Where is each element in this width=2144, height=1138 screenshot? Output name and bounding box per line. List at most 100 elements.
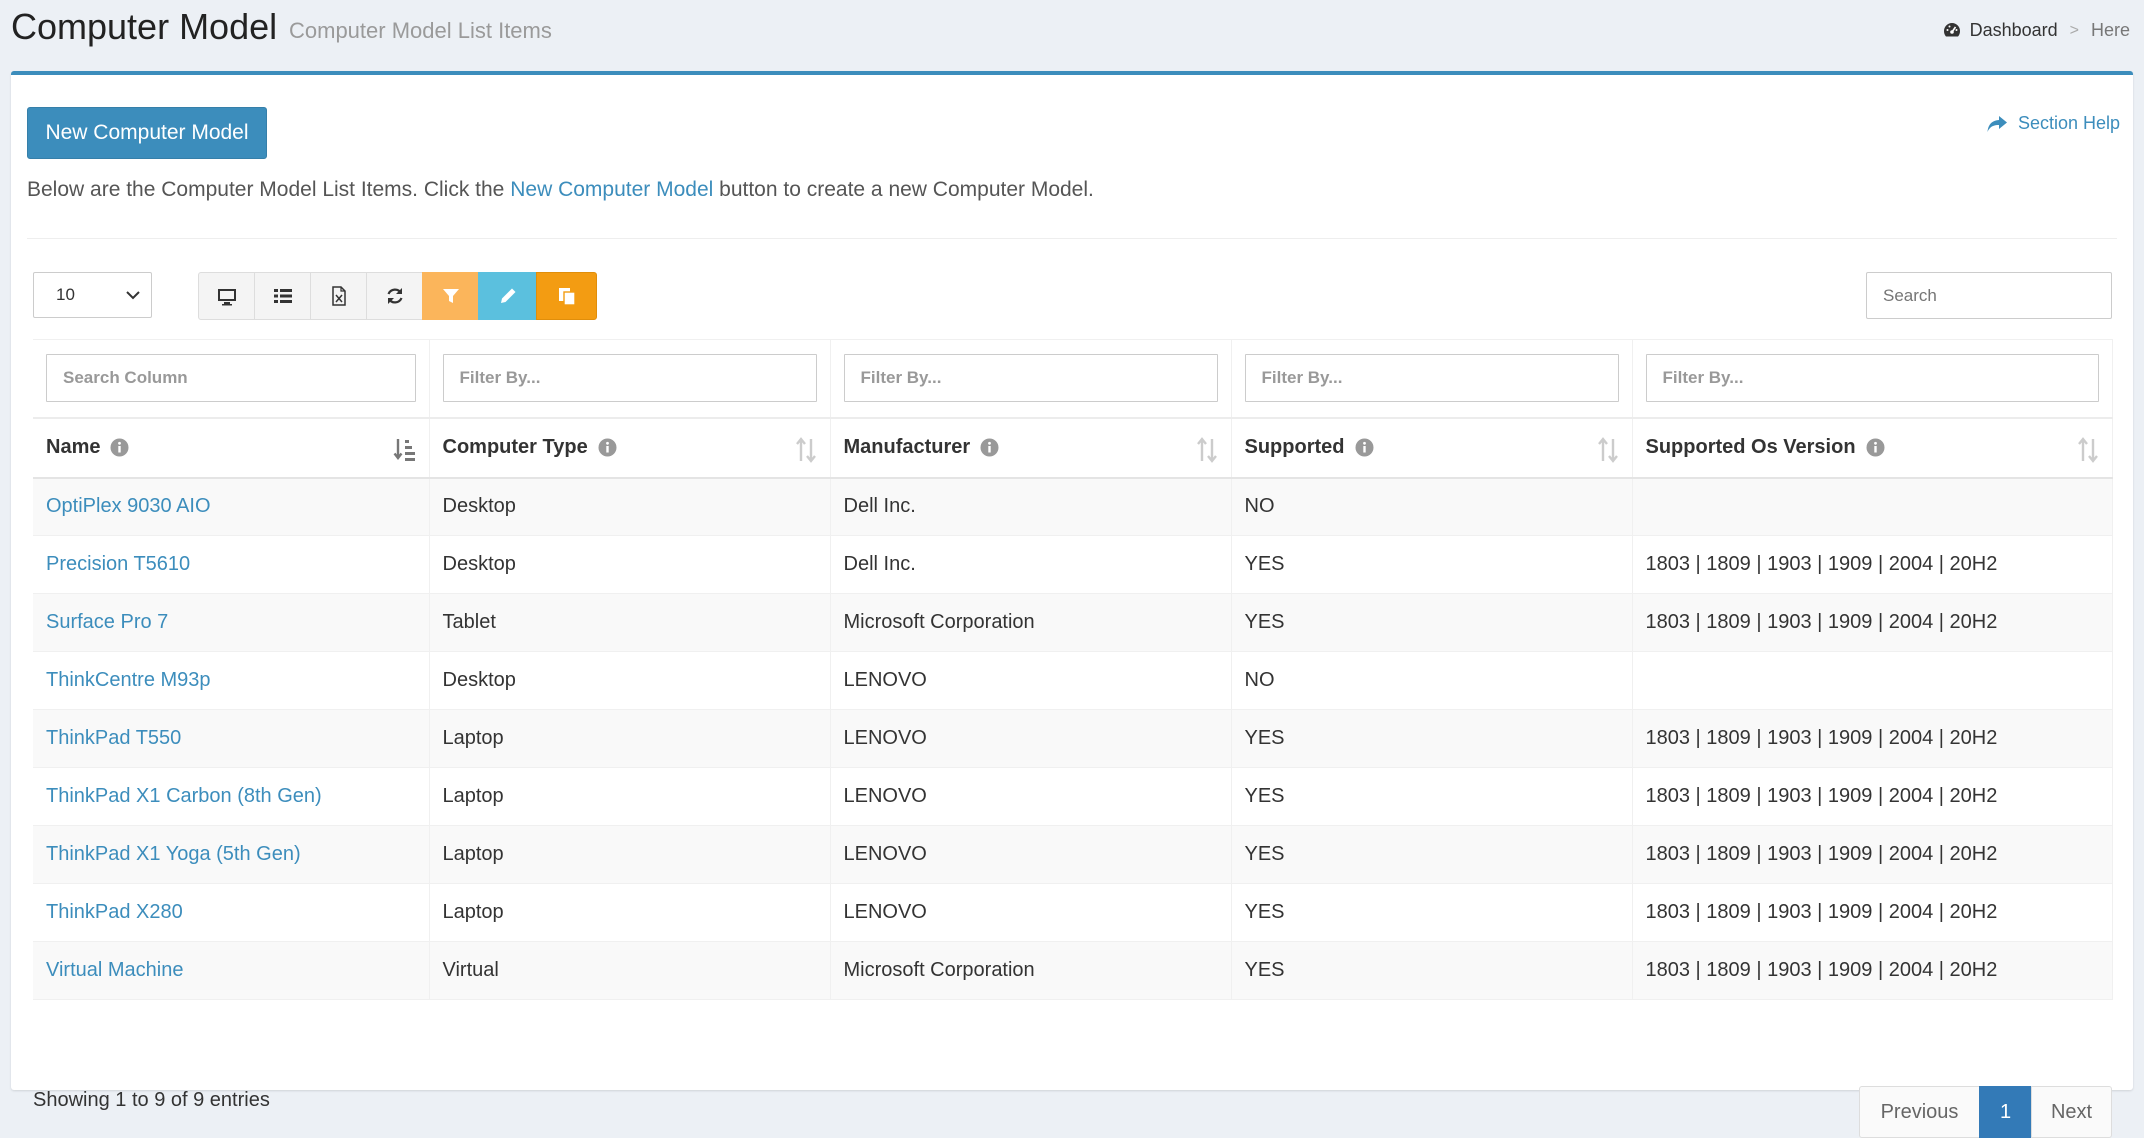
sort-icon	[2077, 436, 2098, 463]
page-1-button[interactable]: 1	[1979, 1086, 2032, 1138]
cell-os-version	[1632, 651, 2113, 710]
cell-manufacturer: Dell Inc.	[830, 535, 1232, 594]
edit-button[interactable]	[478, 272, 537, 320]
model-link[interactable]: ThinkPad T550	[46, 727, 181, 749]
section-help-label: Section Help	[2017, 113, 2120, 133]
intro-before: Below are the Computer Model List Items.…	[27, 178, 505, 201]
model-link[interactable]: ThinkCentre M93p	[46, 669, 211, 691]
content-header: Computer Model Computer Model List Items…	[0, 0, 2144, 68]
refresh-icon	[386, 288, 403, 304]
cell-manufacturer: LENOVO	[830, 825, 1232, 884]
column-label: Computer Type	[442, 436, 588, 458]
next-page-button[interactable]: Next	[2031, 1086, 2112, 1138]
filter-row	[33, 339, 2113, 418]
cell-manufacturer: Microsoft Corporation	[830, 941, 1232, 1000]
cell-os-version: 1803 | 1809 | 1903 | 1909 | 2004 | 20H2	[1632, 709, 2113, 768]
model-link[interactable]: OptiPlex 9030 AIO	[46, 495, 211, 517]
cell-supported: YES	[1231, 535, 1633, 594]
model-link[interactable]: ThinkPad X280	[46, 901, 183, 923]
column-visibility-button[interactable]	[198, 272, 255, 320]
cell-supported: YES	[1231, 825, 1633, 884]
new-computer-model-button[interactable]: New Computer Model	[27, 107, 267, 159]
cell-type: Laptop	[429, 883, 831, 942]
filter-button[interactable]	[422, 272, 479, 320]
model-link[interactable]: Virtual Machine	[46, 959, 183, 981]
sort-icon	[795, 436, 816, 463]
sort-icon	[1196, 436, 1217, 463]
filter-os-version-input[interactable]	[1645, 354, 2099, 403]
page-subtitle: Computer Model List Items	[289, 18, 552, 43]
filter-computer-type-input[interactable]	[442, 354, 817, 403]
list-icon	[273, 289, 292, 303]
sort-ascending-icon	[393, 438, 415, 461]
column-header-supported[interactable]: Supported	[1231, 416, 1633, 479]
dashboard-icon	[1943, 22, 1960, 36]
cell-name: Precision T5610	[33, 535, 430, 594]
breadcrumb-dashboard[interactable]: Dashboard	[1970, 20, 2058, 41]
info-icon	[1866, 438, 1885, 457]
column-header-manufacturer[interactable]: Manufacturer	[830, 416, 1232, 479]
cell-supported: YES	[1231, 709, 1633, 768]
table-row: ThinkPad X1 Carbon (8th Gen) Laptop LENO…	[33, 767, 2113, 826]
search-column-input[interactable]	[46, 354, 416, 403]
refresh-button[interactable]	[366, 272, 423, 320]
excel-icon	[331, 286, 346, 306]
cell-os-version: 1803 | 1809 | 1903 | 1909 | 2004 | 20H2	[1632, 883, 2113, 942]
previous-page-button[interactable]: Previous	[1859, 1086, 1980, 1138]
cell-type: Laptop	[429, 825, 831, 884]
filter-manufacturer-input[interactable]	[843, 354, 1218, 403]
info-icon	[110, 438, 129, 457]
list-view-button[interactable]	[254, 272, 311, 320]
cell-os-version: 1803 | 1809 | 1903 | 1909 | 2004 | 20H2	[1632, 825, 2113, 884]
cell-type: Laptop	[429, 767, 831, 826]
intro-after: button to create a new Computer Model.	[719, 178, 1094, 201]
search-input[interactable]	[1866, 272, 2112, 319]
cell-type: Virtual	[429, 941, 831, 1000]
cell-name: Virtual Machine	[33, 941, 430, 1000]
copy-button[interactable]	[536, 272, 597, 320]
cell-os-version: 1803 | 1809 | 1903 | 1909 | 2004 | 20H2	[1632, 767, 2113, 826]
sort-icon	[1597, 436, 1618, 463]
model-link[interactable]: ThinkPad X1 Yoga (5th Gen)	[46, 843, 301, 865]
page-length-select[interactable]: 10	[33, 272, 152, 318]
cell-os-version: 1803 | 1809 | 1903 | 1909 | 2004 | 20H2	[1632, 535, 2113, 594]
filter-supported-input[interactable]	[1244, 354, 1619, 403]
table-row: ThinkPad T550 Laptop LENOVO YES 1803 | 1…	[33, 709, 2113, 768]
page-title: Computer Model	[11, 6, 278, 47]
table-row: Virtual Machine Virtual Microsoft Corpor…	[33, 941, 2113, 1000]
section-help-link[interactable]: Section Help	[1986, 113, 2120, 134]
column-label: Name	[46, 436, 101, 458]
cell-name: ThinkPad X1 Carbon (8th Gen)	[33, 767, 430, 826]
intro-new-model-link[interactable]: New Computer Model	[510, 178, 713, 201]
table-body: OptiPlex 9030 AIO Desktop Dell Inc. NO P…	[33, 477, 2113, 1000]
cell-supported: YES	[1231, 883, 1633, 942]
table-info: Showing 1 to 9 of 9 entries	[33, 1089, 270, 1111]
column-header-os-version[interactable]: Supported Os Version	[1632, 416, 2113, 479]
table-row: ThinkPad X1 Yoga (5th Gen) Laptop LENOVO…	[33, 825, 2113, 884]
intro-text: Below are the Computer Model List Items.…	[27, 178, 1094, 202]
cell-type: Desktop	[429, 651, 831, 710]
cell-manufacturer: Dell Inc.	[830, 477, 1232, 536]
info-icon	[980, 438, 999, 457]
cell-supported: NO	[1231, 477, 1633, 536]
data-table-container: Name Computer Type Manufacturer Supporte…	[33, 339, 2113, 1000]
column-header-computer-type[interactable]: Computer Type	[429, 416, 831, 479]
breadcrumb-separator: >	[2069, 21, 2079, 39]
model-link[interactable]: Surface Pro 7	[46, 611, 168, 633]
cell-name: ThinkPad T550	[33, 709, 430, 768]
table-row: Surface Pro 7 Tablet Microsoft Corporati…	[33, 593, 2113, 652]
model-link[interactable]: Precision T5610	[46, 553, 190, 575]
export-excel-button[interactable]	[310, 272, 367, 320]
content-box: New Computer Model Section Help Below ar…	[11, 71, 2133, 1138]
cell-os-version: 1803 | 1809 | 1903 | 1909 | 2004 | 20H2	[1632, 593, 2113, 652]
model-link[interactable]: ThinkPad X1 Carbon (8th Gen)	[46, 785, 322, 807]
pagination: Previous 1 Next	[1859, 1086, 2112, 1138]
filter-cell-os	[1632, 339, 2113, 418]
cell-name: ThinkPad X280	[33, 883, 430, 942]
cell-manufacturer: LENOVO	[830, 883, 1232, 942]
cell-supported: YES	[1231, 767, 1633, 826]
column-header-name[interactable]: Name	[33, 416, 430, 479]
cell-manufacturer: LENOVO	[830, 709, 1232, 768]
info-icon	[1355, 438, 1373, 457]
table-row: Precision T5610 Desktop Dell Inc. YES 18…	[33, 535, 2113, 594]
